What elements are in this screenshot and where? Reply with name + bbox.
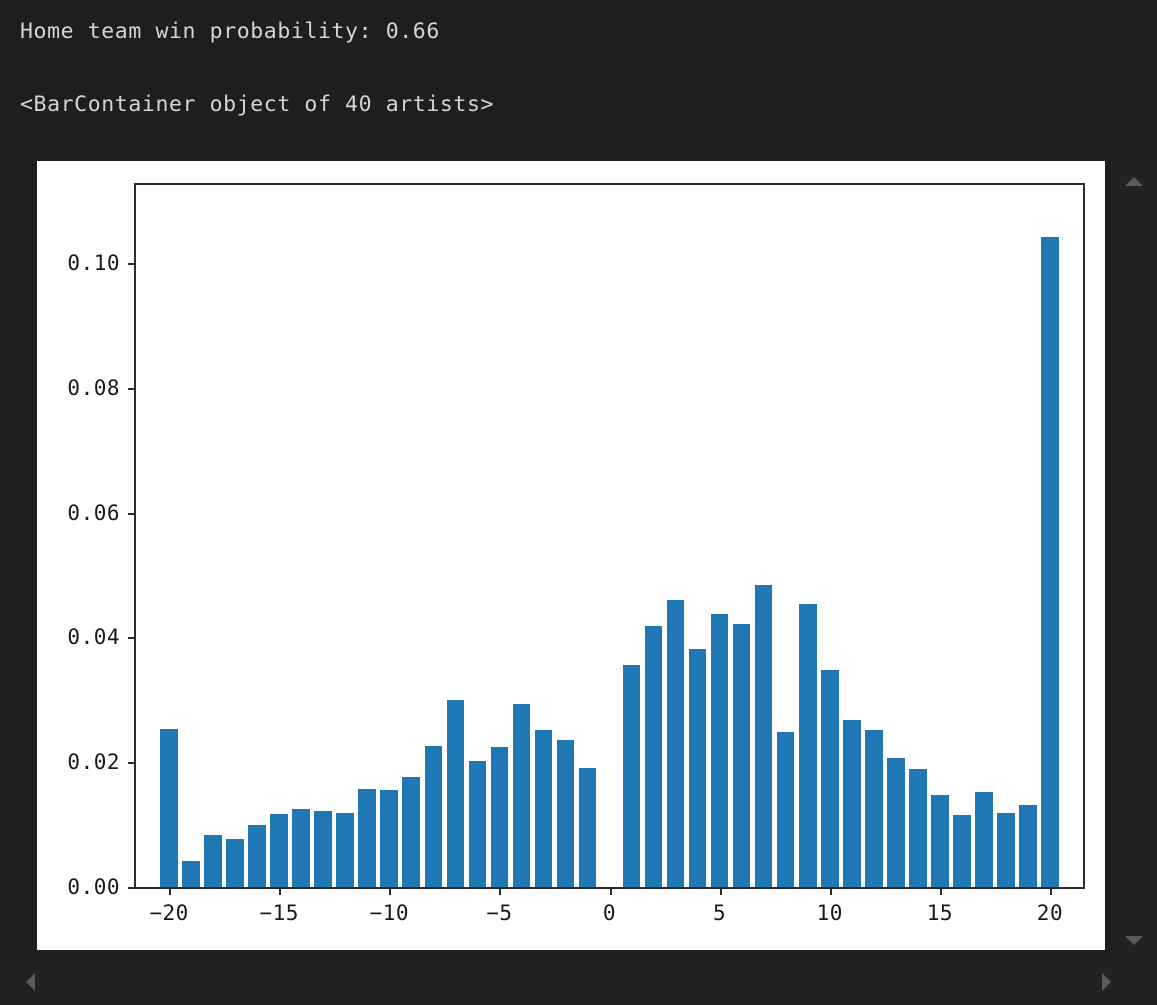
y-axis-tick	[128, 887, 136, 889]
bar	[535, 730, 553, 887]
scroll-up-arrow-icon[interactable]	[1125, 177, 1143, 186]
bar	[887, 758, 905, 887]
chart-axes: 0.000.020.040.060.080.10−20−15−10−505101…	[134, 183, 1085, 889]
bar	[380, 790, 398, 887]
bar	[358, 789, 376, 887]
matplotlib-figure: 0.000.020.040.060.080.10−20−15−10−505101…	[37, 161, 1105, 950]
bar	[292, 809, 310, 887]
bar	[953, 815, 971, 887]
bar	[1041, 237, 1059, 887]
bar	[689, 649, 707, 887]
x-axis-tick-label: −10	[349, 901, 429, 925]
bar	[1019, 805, 1037, 887]
bar	[931, 795, 949, 887]
x-axis-tick-label: 15	[900, 901, 980, 925]
bar	[425, 746, 443, 887]
bar	[667, 600, 685, 887]
bar	[579, 768, 597, 887]
x-axis-tick-label: −5	[459, 901, 539, 925]
x-axis-tick	[279, 887, 281, 895]
y-axis-tick-label: 0.04	[30, 625, 120, 649]
bar	[733, 624, 751, 887]
x-axis-tick-label: 20	[1010, 901, 1090, 925]
bar	[975, 792, 993, 887]
bar	[909, 769, 927, 887]
bar	[777, 732, 795, 887]
bar-chart-plot-area	[136, 185, 1083, 887]
x-axis-tick	[1050, 887, 1052, 895]
scroll-down-arrow-icon[interactable]	[1125, 936, 1143, 945]
y-axis-tick	[128, 263, 136, 265]
bar	[491, 747, 509, 887]
vertical-scrollbar[interactable]	[1111, 161, 1157, 961]
bar	[799, 604, 817, 887]
bar	[204, 835, 222, 887]
scroll-left-arrow-icon[interactable]	[26, 973, 35, 991]
bar	[160, 729, 178, 887]
bar	[711, 614, 729, 887]
x-axis-tick-label: −20	[129, 901, 209, 925]
barcontainer-repr-output-text: <BarContainer object of 40 artists>	[20, 92, 494, 117]
bar	[270, 814, 288, 887]
x-axis-tick-label: −15	[239, 901, 319, 925]
bar	[513, 704, 531, 887]
bar	[447, 700, 465, 887]
bar	[755, 585, 773, 887]
notebook-output-console: Home team win probability: 0.66 <BarCont…	[0, 0, 1157, 1005]
x-axis-tick	[610, 887, 612, 895]
y-axis-tick-label: 0.02	[30, 750, 120, 774]
horizontal-scrollbar[interactable]	[0, 959, 1157, 1005]
x-axis-tick	[720, 887, 722, 895]
bar	[182, 861, 200, 887]
bar	[865, 730, 883, 887]
y-axis-tick-label: 0.00	[30, 875, 120, 899]
y-axis-tick	[128, 762, 136, 764]
bar	[248, 825, 266, 887]
y-axis-tick	[128, 637, 136, 639]
win-probability-output-text: Home team win probability: 0.66	[20, 19, 440, 44]
bar	[469, 761, 487, 887]
y-axis-tick-label: 0.08	[30, 376, 120, 400]
bar	[821, 670, 839, 887]
y-axis-tick	[128, 388, 136, 390]
bar	[645, 626, 663, 887]
bar	[623, 665, 641, 887]
y-axis-tick-label: 0.06	[30, 501, 120, 525]
bar	[336, 813, 354, 887]
bar	[997, 813, 1015, 887]
x-axis-tick	[940, 887, 942, 895]
bar	[226, 839, 244, 887]
x-axis-tick	[499, 887, 501, 895]
bar	[843, 720, 861, 887]
x-axis-tick-label: 5	[680, 901, 760, 925]
x-axis-tick	[389, 887, 391, 895]
x-axis-tick	[169, 887, 171, 895]
y-axis-tick-label: 0.10	[30, 251, 120, 275]
scroll-right-arrow-icon[interactable]	[1102, 973, 1111, 991]
bar	[314, 811, 332, 887]
y-axis-tick	[128, 513, 136, 515]
x-axis-tick-label: 10	[790, 901, 870, 925]
bar	[557, 740, 575, 887]
x-axis-tick	[830, 887, 832, 895]
x-axis-tick-label: 0	[570, 901, 650, 925]
bar	[402, 777, 420, 887]
